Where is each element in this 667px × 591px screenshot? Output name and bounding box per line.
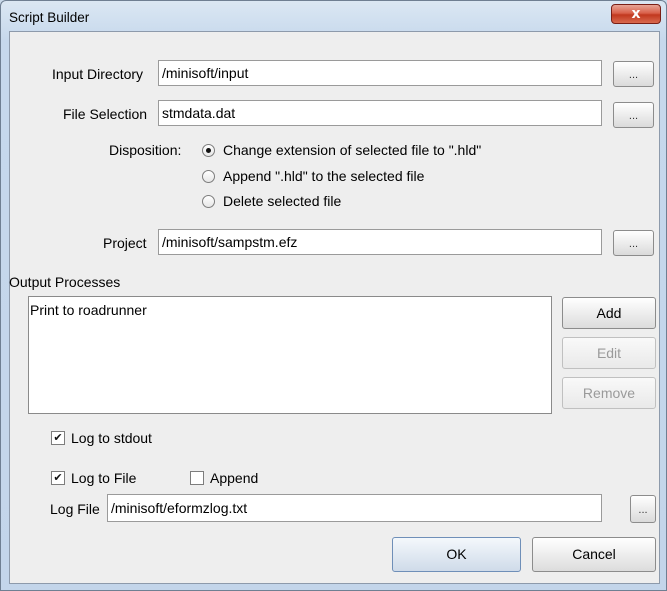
close-icon: x [631,6,641,22]
output-processes-heading: Output Processes [9,274,121,290]
input-directory-label: Input Directory [52,66,144,82]
disposition-option-label: Append ".hld" to the selected file [223,168,425,184]
output-processes-list[interactable]: Print to roadrunner [28,296,552,414]
append-checkbox[interactable]: Append [190,470,290,488]
disposition-option-label: Change extension of selected file to ".h… [223,142,482,158]
disposition-option-append-hld[interactable]: Append ".hld" to the selected file [202,168,502,186]
project-browse-button[interactable]: ... [613,230,654,256]
cancel-button[interactable]: Cancel [532,537,656,572]
log-file-browse-button[interactable]: ... [630,495,656,523]
log-file-label: Log File [50,501,100,517]
radio-unselected-icon [202,195,215,208]
disposition-option-label: Delete selected file [223,193,342,209]
append-label: Append [210,470,259,486]
dialog-body: Input Directory /minisoft/input ... File… [9,31,660,584]
file-selection-browse-button[interactable]: ... [613,102,654,128]
log-to-stdout-label: Log to stdout [71,430,152,446]
file-selection-label: File Selection [63,106,148,122]
input-directory-field[interactable]: /minisoft/input [158,60,602,86]
project-label: Project [103,235,147,251]
window-title: Script Builder [9,10,90,25]
script-builder-window: Script Builder x Input Directory /miniso… [0,0,667,591]
checkbox-unchecked-icon [190,471,204,485]
disposition-option-delete[interactable]: Delete selected file [202,193,402,211]
log-to-stdout-checkbox[interactable]: ✔ Log to stdout [51,430,191,448]
edit-button[interactable]: Edit [562,337,656,369]
checkbox-checked-icon: ✔ [51,471,65,485]
ok-button[interactable]: OK [392,537,521,572]
project-field[interactable]: /minisoft/sampstm.efz [158,229,602,255]
radio-unselected-icon [202,170,215,183]
disposition-option-change-extension[interactable]: Change extension of selected file to ".h… [202,142,542,160]
log-file-field[interactable]: /minisoft/eformzlog.txt [107,494,602,522]
list-item[interactable]: Print to roadrunner [30,302,147,318]
radio-selected-icon [202,144,215,157]
remove-button[interactable]: Remove [562,377,656,409]
close-button[interactable]: x [611,4,661,24]
file-selection-field[interactable]: stmdata.dat [158,100,602,126]
log-to-file-label: Log to File [71,470,137,486]
add-button[interactable]: Add [562,297,656,329]
log-to-file-checkbox[interactable]: ✔ Log to File [51,470,171,488]
disposition-label: Disposition: [109,142,182,158]
checkbox-checked-icon: ✔ [51,431,65,445]
input-directory-browse-button[interactable]: ... [613,61,654,87]
